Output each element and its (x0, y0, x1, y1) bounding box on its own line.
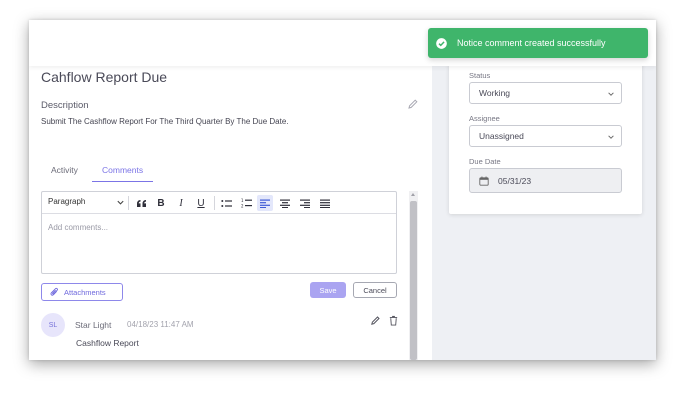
svg-text:1: 1 (241, 198, 244, 203)
status-value: Working (479, 88, 511, 98)
italic-icon[interactable]: I (173, 195, 189, 211)
description-text: Submit The Cashflow Report For The Third… (41, 117, 289, 126)
bold-icon[interactable]: B (153, 195, 169, 211)
assignee-select[interactable]: Unassigned (469, 125, 622, 147)
underline-icon[interactable]: U (193, 195, 209, 211)
due-date-value: 05/31/23 (498, 175, 532, 186)
svg-text:2: 2 (241, 204, 244, 209)
comment-timestamp: 04/18/23 11:47 AM (127, 320, 194, 329)
success-toast: Notice comment created successfully (428, 28, 648, 58)
scroll-up-arrow-icon[interactable] (411, 193, 415, 196)
assignee-label: Assignee (469, 114, 500, 123)
toolbar-divider (128, 196, 129, 210)
chevron-down-icon[interactable] (116, 198, 125, 207)
align-center-icon[interactable] (277, 195, 293, 211)
editor-toolbar: Paragraph B I U 12 (42, 192, 396, 214)
comment-editor[interactable]: Paragraph B I U 12 Add comments... (41, 191, 397, 274)
description-label: Description (41, 100, 89, 111)
chevron-down-icon (608, 92, 614, 96)
paperclip-icon (50, 287, 58, 296)
edit-description-pencil-icon[interactable] (407, 98, 419, 110)
comment-text: Cashflow Report (76, 338, 139, 348)
delete-comment-trash-icon[interactable] (388, 315, 399, 326)
due-date-field[interactable]: 05/31/23 (469, 168, 622, 193)
status-label: Status (469, 71, 491, 80)
bulleted-list-icon[interactable] (218, 195, 234, 211)
assignee-value: Unassigned (479, 131, 524, 141)
task-details-panel: Status Working Assignee Unassigned Due D… (449, 60, 642, 214)
paragraph-style-select[interactable]: Paragraph (48, 197, 85, 206)
cancel-button[interactable]: Cancel (353, 282, 397, 298)
save-button[interactable]: Save (310, 282, 346, 298)
attachments-button[interactable]: Attachments (41, 283, 123, 301)
align-justify-icon[interactable] (317, 195, 333, 211)
chevron-down-icon (608, 135, 614, 139)
task-main-panel: Cahflow Report Due Description Submit Th… (29, 66, 432, 360)
align-left-icon[interactable] (257, 195, 273, 211)
comments-scrollbar[interactable] (409, 191, 418, 360)
align-right-icon[interactable] (297, 195, 313, 211)
avatar: SL (41, 313, 65, 337)
attachments-label: Attachments (64, 287, 106, 297)
tab-comments[interactable]: Comments (92, 164, 154, 182)
blockquote-icon[interactable] (133, 195, 149, 211)
scroll-thumb[interactable] (410, 201, 417, 360)
edit-comment-pencil-icon[interactable] (370, 315, 381, 326)
tab-activity[interactable]: Activity (41, 164, 88, 182)
check-circle-icon (436, 37, 447, 49)
comment-author: Star Light (75, 320, 112, 330)
calendar-icon (479, 176, 489, 186)
toast-message: Notice comment created successfully (457, 38, 606, 48)
app-window: Cahflow Report Due Description Submit Th… (29, 20, 656, 360)
toolbar-divider (214, 196, 215, 210)
numbered-list-icon[interactable]: 12 (238, 195, 254, 211)
comment-input[interactable]: Add comments... (48, 223, 108, 232)
status-select[interactable]: Working (469, 82, 622, 104)
due-date-label: Due Date (469, 157, 501, 166)
task-title: Cahflow Report Due (41, 69, 168, 85)
